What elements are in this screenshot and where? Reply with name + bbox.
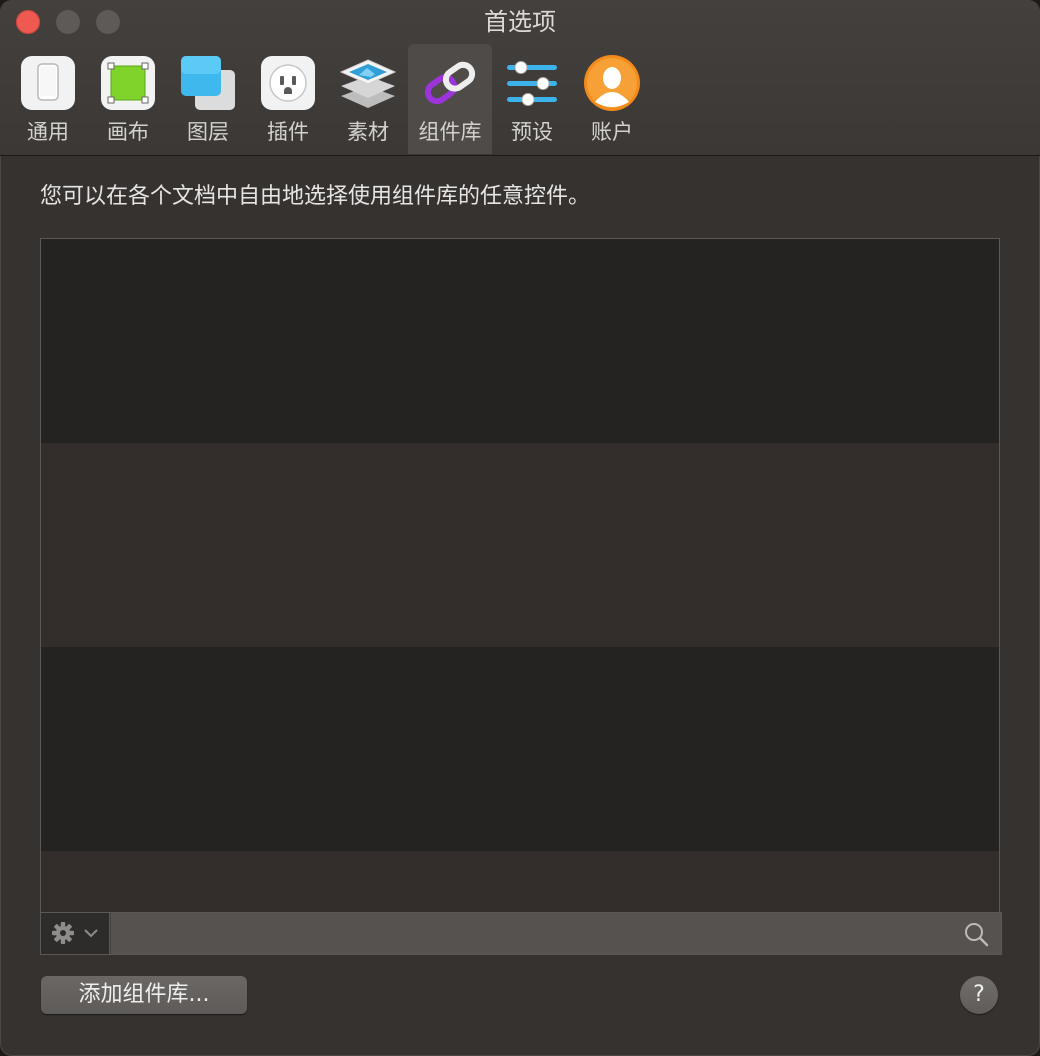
libraries-list[interactable] — [40, 238, 1000, 914]
libraries-icon — [424, 61, 476, 105]
tab-label: 预设 — [511, 120, 553, 144]
preferences-window: 首选项 通用 画布 图层 插件 素材 组件库 预设 账户 您可以在各个文档中自由… — [0, 0, 1040, 1056]
title-toolbar: 首选项 通用 画布 图层 插件 素材 组件库 预设 账户 — [0, 0, 1040, 156]
add-library-button[interactable]: 添加组件库... — [41, 976, 247, 1014]
search-input[interactable] — [111, 913, 1001, 954]
presets-icon — [507, 61, 557, 106]
tab-label: 账户 — [591, 120, 633, 144]
gear-icon — [52, 922, 98, 944]
list-item[interactable] — [41, 851, 999, 913]
libraries-description: 您可以在各个文档中自由地选择使用组件库的任意控件。 — [40, 184, 591, 209]
tab-account[interactable]: 账户 — [572, 44, 652, 154]
tab-label: 图层 — [187, 120, 229, 144]
tab-layers[interactable]: 图层 — [168, 44, 248, 154]
tab-label: 画布 — [107, 120, 149, 144]
list-item[interactable] — [41, 239, 999, 443]
general-icon — [21, 56, 75, 110]
help-button[interactable]: ? — [960, 976, 998, 1014]
tab-general[interactable]: 通用 — [8, 44, 88, 154]
tab-label: 插件 — [267, 120, 309, 144]
plugin-icon — [261, 56, 315, 110]
list-bottom-bar — [40, 912, 1002, 955]
gear-menu-button[interactable] — [41, 913, 110, 954]
tab-plugins[interactable]: 插件 — [248, 44, 328, 154]
canvas-icon — [101, 56, 155, 110]
tab-label: 素材 — [347, 120, 389, 144]
list-item[interactable] — [41, 443, 999, 647]
tab-canvas[interactable]: 画布 — [88, 44, 168, 154]
tab-libraries[interactable]: 组件库 — [408, 44, 492, 154]
tab-label: 组件库 — [418, 120, 482, 144]
account-icon — [584, 55, 640, 111]
tab-presets[interactable]: 预设 — [492, 44, 572, 154]
tab-assets[interactable]: 素材 — [328, 44, 408, 154]
tab-label: 通用 — [27, 120, 69, 144]
chevron-down-icon — [84, 929, 98, 938]
list-item[interactable] — [41, 647, 999, 851]
layers-icon — [181, 56, 235, 110]
assets-icon — [339, 59, 397, 108]
search-icon[interactable] — [963, 921, 989, 947]
window-title: 首选项 — [484, 8, 556, 36]
